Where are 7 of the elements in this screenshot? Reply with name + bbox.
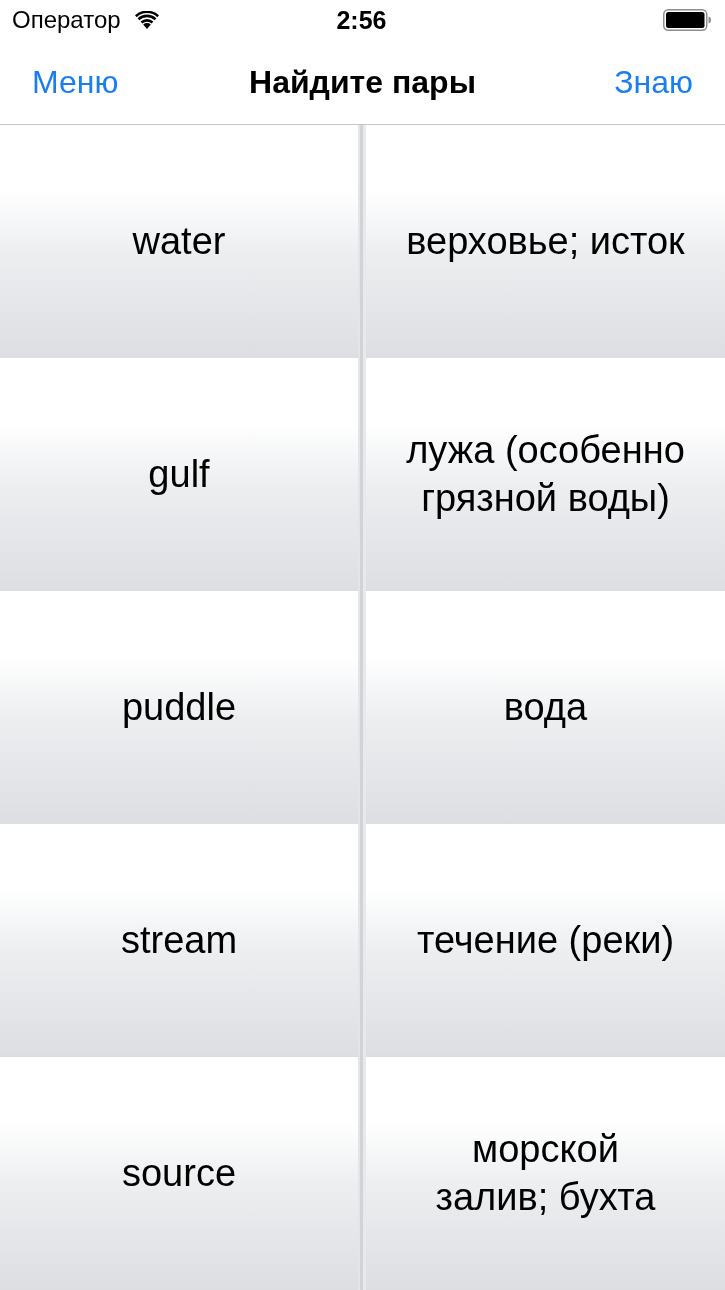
screen-title: Найдите пары — [249, 63, 476, 101]
menu-button[interactable]: Меню — [32, 63, 119, 101]
status-time: 2:56 — [336, 5, 387, 35]
carrier-name: Оператор — [12, 6, 121, 34]
know-button[interactable]: Знаю — [614, 63, 693, 101]
battery-icon — [663, 9, 711, 31]
wifi-icon — [134, 11, 159, 29]
